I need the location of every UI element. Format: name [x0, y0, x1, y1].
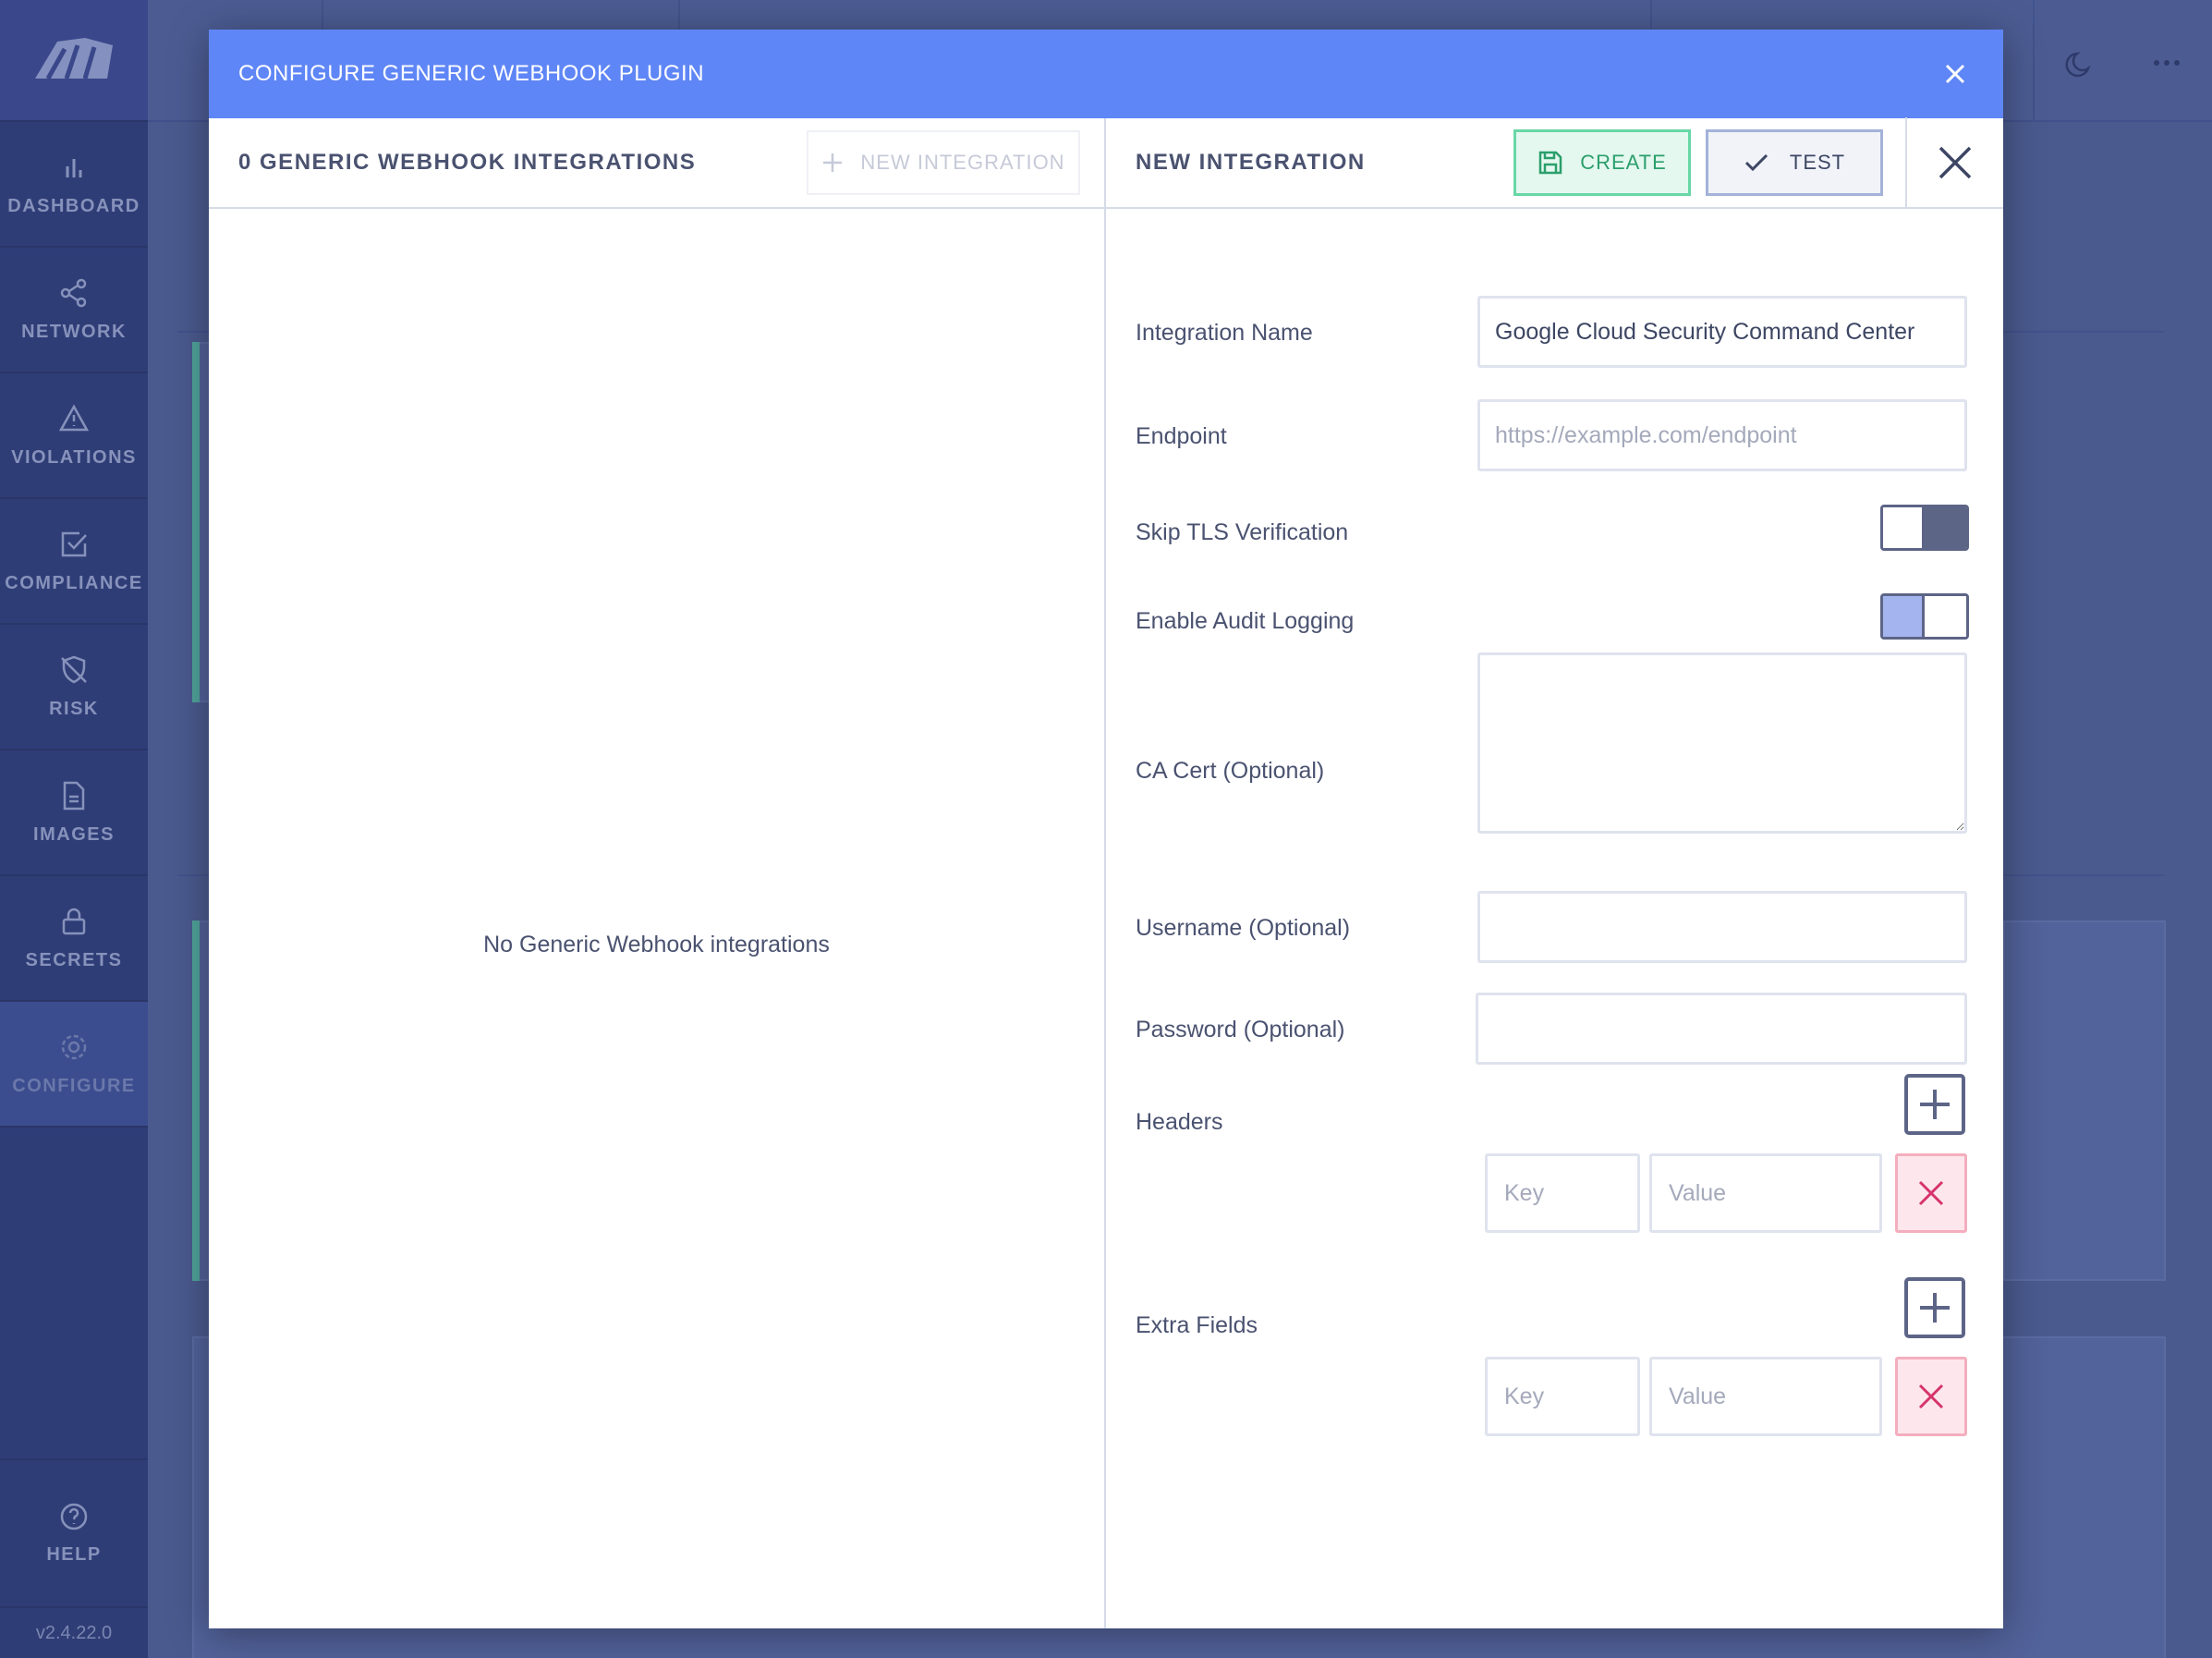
plus-icon	[1920, 1090, 1950, 1119]
add-header-button[interactable]	[1904, 1074, 1965, 1135]
bg-card-accent	[192, 920, 200, 1281]
help-circle-icon	[60, 1503, 88, 1530]
sidebar-item-dashboard[interactable]: DASHBOARD	[0, 122, 148, 248]
sidebar-item-help[interactable]: HELP	[0, 1458, 148, 1606]
sidebar-item-compliance[interactable]: COMPLIANCE	[0, 499, 148, 625]
header-key-input[interactable]	[1485, 1153, 1640, 1233]
sidebar-item-label: IMAGES	[33, 823, 115, 845]
sidebar-item-label: VIOLATIONS	[11, 446, 137, 468]
username-label: Username (Optional)	[1136, 915, 1351, 941]
audit-logging-toggle[interactable]	[1880, 593, 1969, 640]
extra-fields-label: Extra Fields	[1136, 1312, 1258, 1338]
share-icon	[58, 277, 90, 309]
close-icon	[1918, 1180, 1944, 1206]
new-integration-button[interactable]: NEW INTEGRATION	[807, 130, 1080, 195]
modal-header: CONFIGURE GENERIC WEBHOOK PLUGIN	[209, 30, 2003, 118]
sidebar-item-secrets[interactable]: SECRETS	[0, 876, 148, 1002]
sidebar-item-label: DASHBOARD	[7, 195, 140, 216]
close-icon	[1939, 146, 1972, 179]
sidebar-item-network[interactable]: NETWORK	[0, 248, 148, 373]
new-integration-label: NEW INTEGRATION	[860, 151, 1065, 174]
form-close-button[interactable]	[1907, 117, 2003, 208]
endpoint-label: Endpoint	[1136, 423, 1227, 449]
gear-icon	[58, 1031, 90, 1063]
extra-field-key-input[interactable]	[1485, 1357, 1640, 1436]
integration-name-label: Integration Name	[1136, 320, 1313, 346]
skip-tls-label: Skip TLS Verification	[1136, 519, 1349, 545]
header-value-input[interactable]	[1649, 1153, 1882, 1233]
more-icon[interactable]	[2153, 55, 2181, 72]
empty-state-message: No Generic Webhook integrations	[483, 932, 830, 957]
logo-icon	[35, 38, 113, 80]
modal-title: CONFIGURE GENERIC WEBHOOK PLUGIN	[238, 61, 705, 86]
endpoint-input[interactable]	[1477, 399, 1967, 471]
extra-field-value-input[interactable]	[1649, 1357, 1882, 1436]
sidebar-item-configure[interactable]: CONFIGURE	[0, 1002, 148, 1128]
close-icon	[1918, 1384, 1944, 1409]
check-icon	[1744, 153, 1768, 172]
bg-card	[2003, 920, 2166, 1281]
form-title: NEW INTEGRATION	[1136, 150, 1366, 175]
sidebar-item-label: SECRETS	[25, 949, 123, 970]
alert-triangle-icon	[58, 403, 90, 434]
integrations-count-title: 0 GENERIC WEBHOOK INTEGRATIONS	[238, 150, 697, 175]
shield-off-icon	[58, 654, 90, 686]
bg-card-accent	[192, 342, 200, 702]
plus-icon	[823, 153, 843, 172]
test-button[interactable]: TEST	[1706, 129, 1883, 196]
sidebar: DASHBOARD NETWORK VIOLATIONS COMPLIANCE …	[0, 0, 148, 1658]
skip-tls-toggle[interactable]	[1880, 505, 1969, 551]
create-button[interactable]: CREATE	[1513, 129, 1691, 196]
sidebar-item-images[interactable]: IMAGES	[0, 750, 148, 876]
bar-chart-icon	[58, 152, 90, 183]
sidebar-item-label: COMPLIANCE	[5, 572, 143, 593]
username-input[interactable]	[1477, 891, 1967, 963]
modal-close-button[interactable]	[1937, 55, 1974, 92]
delete-extra-field-button[interactable]	[1895, 1357, 1967, 1436]
new-integration-form-panel: NEW INTEGRATION CREATE TEST Integration …	[1106, 117, 2003, 1628]
headers-label: Headers	[1136, 1109, 1223, 1135]
sidebar-item-label: RISK	[49, 698, 99, 719]
app-logo[interactable]	[0, 0, 148, 122]
password-input[interactable]	[1476, 993, 1967, 1065]
save-icon	[1538, 151, 1562, 175]
sidebar-item-risk[interactable]: RISK	[0, 625, 148, 750]
sidebar-item-label: NETWORK	[21, 321, 127, 342]
password-label: Password (Optional)	[1136, 1017, 1345, 1042]
file-icon	[58, 780, 90, 811]
sidebar-item-label: CONFIGURE	[12, 1075, 136, 1096]
plus-icon	[1920, 1293, 1950, 1323]
lock-icon	[58, 906, 90, 937]
close-icon	[1945, 64, 1965, 84]
sidebar-item-label: HELP	[46, 1543, 102, 1565]
audit-logging-label: Enable Audit Logging	[1136, 608, 1355, 634]
check-square-icon	[58, 529, 90, 560]
integration-name-input[interactable]	[1477, 296, 1967, 368]
test-label: TEST	[1789, 151, 1846, 174]
configure-plugin-modal: CONFIGURE GENERIC WEBHOOK PLUGIN 0 GENER…	[209, 30, 2003, 1628]
delete-header-button[interactable]	[1895, 1153, 1967, 1233]
ca-cert-label: CA Cert (Optional)	[1136, 758, 1325, 784]
ca-cert-textarea[interactable]	[1477, 652, 1967, 834]
version-label: v2.4.22.0	[0, 1606, 148, 1658]
sidebar-item-violations[interactable]: VIOLATIONS	[0, 373, 148, 499]
create-label: CREATE	[1580, 151, 1667, 174]
moon-icon[interactable]	[2062, 48, 2096, 86]
integrations-list-panel: 0 GENERIC WEBHOOK INTEGRATIONS NEW INTEG…	[209, 118, 1106, 1628]
add-extra-field-button[interactable]	[1904, 1277, 1965, 1338]
